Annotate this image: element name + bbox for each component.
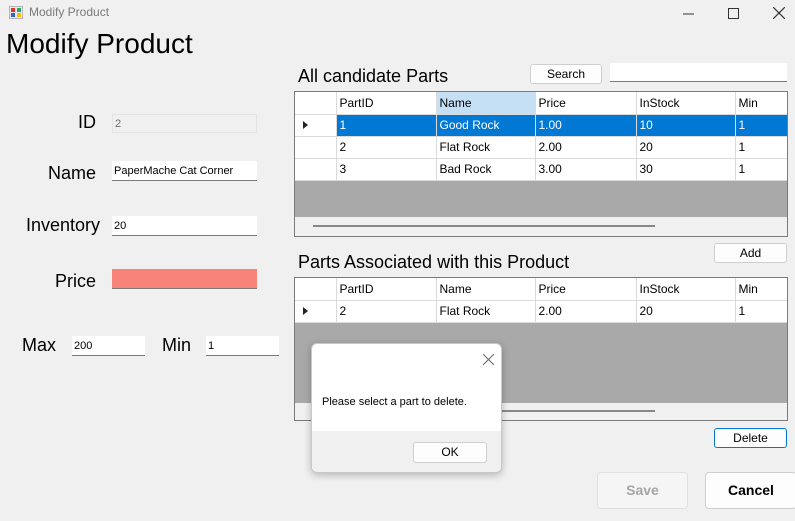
- maximize-button[interactable]: [710, 0, 756, 26]
- price-label: Price: [54, 271, 96, 291]
- close-icon: [773, 7, 785, 19]
- associated-parts-title: Parts Associated with this Product: [298, 252, 570, 272]
- column-header-instock[interactable]: InStock: [636, 278, 736, 301]
- scrollbar-thumb[interactable]: [313, 225, 655, 227]
- min-label: Min: [162, 335, 192, 355]
- cell-partid[interactable]: 1: [336, 114, 437, 137]
- cell-name[interactable]: Flat Rock: [436, 136, 536, 159]
- horizontal-scrollbar[interactable]: [295, 217, 787, 236]
- dialog-footer: OK: [312, 431, 501, 472]
- max-label: Max: [22, 335, 57, 355]
- dialog-close-button[interactable]: [478, 349, 498, 369]
- cell-min[interactable]: 1: [735, 300, 787, 323]
- table-row[interactable]: 2 Flat Rock 2.00 20 1: [295, 136, 787, 159]
- cell-min[interactable]: 1: [735, 114, 787, 137]
- table-row[interactable]: 2 Flat Rock 2.00 20 1: [295, 300, 787, 323]
- candidate-parts-grid[interactable]: PartID Name Price InStock Min 1 Good Roc…: [294, 91, 788, 237]
- column-header-partid[interactable]: PartID: [336, 278, 437, 301]
- cancel-button[interactable]: Cancel: [705, 472, 795, 509]
- cell-instock[interactable]: 20: [636, 300, 736, 323]
- cell-price[interactable]: 3.00: [535, 158, 637, 181]
- row-selector[interactable]: [295, 300, 337, 323]
- row-selector[interactable]: [295, 114, 337, 137]
- search-button[interactable]: Search: [530, 64, 602, 84]
- maximize-icon: [727, 7, 739, 19]
- column-header-name[interactable]: Name: [436, 92, 536, 115]
- grid-corner-cell: [295, 92, 337, 115]
- column-header-price[interactable]: Price: [535, 278, 637, 301]
- column-header-price[interactable]: Price: [535, 92, 637, 115]
- min-field[interactable]: 1: [206, 336, 279, 356]
- name-field[interactable]: PaperMache Cat Corner: [112, 161, 257, 181]
- cell-price[interactable]: 2.00: [535, 300, 637, 323]
- grid-header-row: PartID Name Price InStock Min: [295, 278, 787, 301]
- max-field[interactable]: 200: [72, 336, 145, 356]
- grid-header-row: PartID Name Price InStock Min: [295, 92, 787, 115]
- inventory-field[interactable]: 20: [112, 216, 257, 236]
- price-field[interactable]: [112, 269, 257, 289]
- table-row[interactable]: 3 Bad Rock 3.00 30 1: [295, 158, 787, 181]
- column-header-instock[interactable]: InStock: [636, 92, 736, 115]
- cell-name[interactable]: Good Rock: [436, 114, 536, 137]
- name-label: Name: [47, 163, 96, 183]
- cell-instock[interactable]: 10: [636, 114, 736, 137]
- app-icon: [9, 6, 23, 19]
- row-selector[interactable]: [295, 158, 337, 181]
- title-bar: Modify Product: [0, 0, 795, 26]
- column-header-partid[interactable]: PartID: [336, 92, 437, 115]
- save-button[interactable]: Save: [597, 472, 688, 509]
- row-pointer-icon: [303, 307, 308, 315]
- cell-name[interactable]: Bad Rock: [436, 158, 536, 181]
- delete-button[interactable]: Delete: [714, 428, 787, 448]
- close-button[interactable]: [756, 0, 795, 26]
- message-dialog: Please select a part to delete. OK: [311, 343, 502, 473]
- minimize-button[interactable]: [665, 0, 711, 26]
- close-icon: [482, 353, 494, 365]
- table-row[interactable]: 1 Good Rock 1.00 10 1: [295, 114, 787, 137]
- search-input[interactable]: [610, 63, 787, 82]
- cell-min[interactable]: 1: [735, 158, 787, 181]
- id-label: ID: [78, 112, 96, 132]
- inventory-label: Inventory: [25, 215, 100, 235]
- id-field[interactable]: 2: [112, 114, 257, 133]
- cell-instock[interactable]: 30: [636, 158, 736, 181]
- grid-corner-cell: [295, 278, 337, 301]
- cell-instock[interactable]: 20: [636, 136, 736, 159]
- cell-min[interactable]: 1: [735, 136, 787, 159]
- candidate-parts-title: All candidate Parts: [298, 66, 449, 86]
- cell-price[interactable]: 1.00: [535, 114, 637, 137]
- minimize-icon: [682, 13, 694, 14]
- cell-partid[interactable]: 3: [336, 158, 437, 181]
- column-header-min[interactable]: Min: [735, 278, 787, 301]
- cell-name[interactable]: Flat Rock: [436, 300, 536, 323]
- column-header-name[interactable]: Name: [436, 278, 536, 301]
- column-header-min[interactable]: Min: [735, 92, 787, 115]
- ok-button[interactable]: OK: [413, 442, 487, 463]
- row-pointer-icon: [303, 121, 308, 129]
- add-button[interactable]: Add: [714, 243, 787, 263]
- row-selector[interactable]: [295, 136, 337, 159]
- cell-partid[interactable]: 2: [336, 136, 437, 159]
- cell-price[interactable]: 2.00: [535, 136, 637, 159]
- cell-partid[interactable]: 2: [336, 300, 437, 323]
- page-title: Modify Product: [6, 28, 193, 59]
- window-title: Modify Product: [29, 5, 110, 19]
- dialog-message: Please select a part to delete.: [322, 396, 467, 408]
